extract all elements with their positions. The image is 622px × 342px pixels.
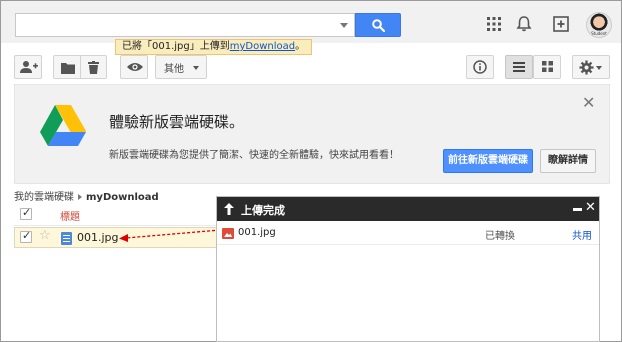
document-icon <box>61 232 72 245</box>
close-icon[interactable]: ✕ <box>585 200 596 215</box>
upload-item: 001.jpg 已轉換 共用 <box>217 223 599 245</box>
apps-grid-icon[interactable] <box>484 14 504 34</box>
grid-view-icon <box>542 61 553 72</box>
notifications-bell-icon[interactable] <box>514 14 534 34</box>
upload-status: 已轉換 <box>485 231 515 242</box>
upload-file-name[interactable]: 001.jpg <box>238 227 276 238</box>
toolbar: 其他 <box>1 50 621 82</box>
google-drive-logo-icon <box>40 105 86 146</box>
checkmark-icon: ✓ <box>22 229 32 242</box>
move-to-folder-icon[interactable] <box>61 62 75 74</box>
folder-trash-button-group <box>53 55 107 79</box>
list-view-button[interactable] <box>505 55 533 79</box>
image-file-icon <box>222 228 234 239</box>
search-button[interactable] <box>355 13 401 37</box>
go-to-new-drive-button[interactable]: 前往新版雲端硬碟 <box>443 149 533 173</box>
top-bar: Student <box>1 1 621 43</box>
promo-title: 體驗新版雲端硬碟。 <box>109 113 245 131</box>
checkmark-icon: ✓ <box>22 206 32 219</box>
close-icon[interactable]: ✕ <box>582 95 595 111</box>
search-input[interactable] <box>15 13 355 37</box>
grid-view-button[interactable] <box>533 55 561 79</box>
trash-icon[interactable] <box>88 61 99 74</box>
search-icon <box>372 19 385 32</box>
chevron-down-icon <box>596 66 602 70</box>
list-view-icon <box>513 62 525 72</box>
avatar-name: Student <box>591 31 607 36</box>
column-title-header[interactable]: 標題 <box>60 208 80 223</box>
button-divider <box>80 56 81 78</box>
new-drive-promo-banner: 體驗新版雲端硬碟。 新版雲端硬碟為您提供了簡潔、快速的全新體驗，快來試用看看！ … <box>14 84 610 184</box>
learn-more-button[interactable]: 瞭解詳情 <box>540 149 596 173</box>
promo-description: 新版雲端硬碟為您提供了簡潔、快速的全新體驗，快來試用看看！ <box>109 150 399 161</box>
file-name[interactable]: 001.jpg <box>77 231 119 244</box>
preview-button[interactable] <box>120 55 148 79</box>
eye-icon <box>127 63 143 71</box>
chevron-right-icon <box>78 194 82 200</box>
minimize-icon[interactable] <box>573 208 582 211</box>
row-checkbox[interactable]: ✓ <box>20 229 32 243</box>
share-button[interactable] <box>14 55 42 79</box>
share-link[interactable]: 共用 <box>572 227 592 242</box>
more-menu-button[interactable]: 其他 <box>155 55 207 79</box>
star-icon[interactable]: ☆ <box>39 228 51 243</box>
avatar[interactable]: Student <box>586 12 612 38</box>
chevron-down-icon <box>193 66 199 70</box>
upload-panel-title: 上傳完成 <box>241 204 285 217</box>
add-person-icon <box>20 61 38 73</box>
gear-icon <box>579 60 594 75</box>
upload-arrow-icon <box>224 203 234 215</box>
more-menu-label: 其他 <box>164 64 184 75</box>
search-options-caret-icon[interactable] <box>340 23 348 28</box>
breadcrumb: 我的雲端硬碟 myDownload <box>14 188 159 203</box>
upload-panel: 上傳完成 ✕ 001.jpg 已轉換 共用 <box>216 196 600 342</box>
info-icon <box>473 60 487 74</box>
details-button[interactable] <box>466 55 494 79</box>
settings-button[interactable] <box>572 55 610 79</box>
share-plus-icon[interactable] <box>551 14 571 34</box>
select-all-checkbox[interactable]: ✓ <box>20 206 32 220</box>
upload-panel-header: 上傳完成 ✕ <box>217 197 599 221</box>
file-list-header: ✓ 標題 <box>14 202 224 226</box>
annotation-arrow-icon <box>119 229 221 242</box>
